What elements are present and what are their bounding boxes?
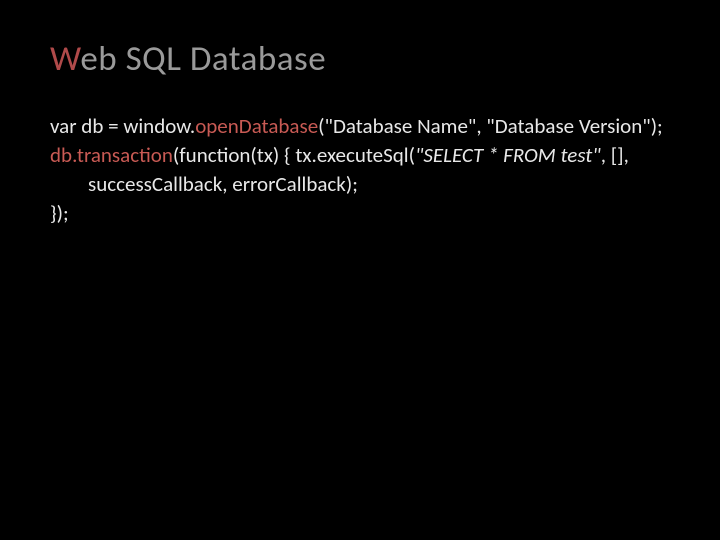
code-line-3: });	[50, 199, 670, 227]
code-sql: "SELECT * FROM test"	[415, 142, 601, 168]
code-text: (function(tx) { tx.executeSql(	[173, 142, 415, 168]
code-line-1: var db = window.openDatabase("Database N…	[50, 112, 670, 140]
code-block: var db = window.openDatabase("Database N…	[50, 112, 670, 227]
code-line-2: db.transaction(function(tx) { tx.execute…	[50, 141, 670, 198]
code-highlight: openDatabase	[195, 113, 318, 139]
title-accent-letter: W	[50, 38, 80, 80]
code-text: ("Database Name", "Database Version");	[318, 113, 663, 139]
code-text: var db = window.	[50, 113, 195, 139]
title-rest: eb SQL Database	[80, 38, 326, 80]
slide-title: Web SQL Database	[50, 38, 670, 80]
code-text: });	[50, 200, 69, 226]
code-highlight: db.transaction	[50, 142, 173, 168]
slide: Web SQL Database var db = window.openDat…	[0, 0, 720, 540]
